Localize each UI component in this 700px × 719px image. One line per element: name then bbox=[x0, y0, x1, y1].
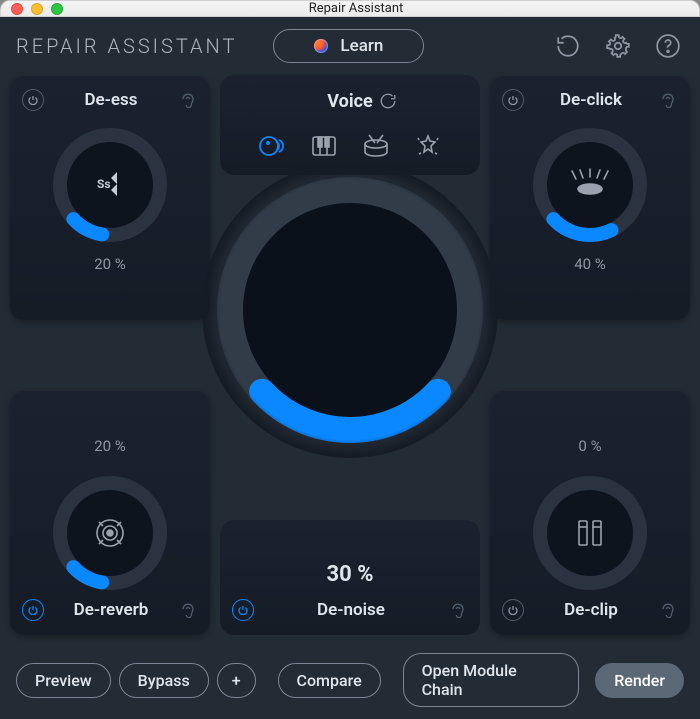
power-button-declip[interactable] bbox=[502, 599, 524, 621]
voice-tab: Voice bbox=[220, 75, 480, 175]
preview-button[interactable]: Preview bbox=[16, 663, 111, 698]
power-button-deess[interactable] bbox=[22, 89, 44, 111]
dial-dereverb[interactable] bbox=[50, 473, 170, 593]
compare-button[interactable]: Compare bbox=[278, 663, 381, 698]
learn-label: Learn bbox=[340, 36, 383, 56]
power-button-dereverb[interactable] bbox=[22, 599, 44, 621]
value-dereverb: 20 % bbox=[94, 437, 126, 455]
module-title: De-reverb bbox=[52, 600, 170, 620]
toolbar: REPAIR ASSISTANT Learn bbox=[0, 17, 700, 75]
footer: Preview Bypass + Compare Open Module Cha… bbox=[0, 641, 700, 719]
listen-icon[interactable] bbox=[658, 90, 678, 110]
listen-icon[interactable] bbox=[178, 600, 198, 620]
dial-deess[interactable]: Ss bbox=[50, 125, 170, 245]
power-button-denoise[interactable] bbox=[232, 599, 254, 621]
dial-declip[interactable] bbox=[530, 473, 650, 593]
module-declick: De-click 40 % bbox=[490, 75, 690, 320]
app-title: REPAIR ASSISTANT bbox=[16, 34, 237, 58]
value-deess: 20 % bbox=[94, 255, 126, 273]
render-button[interactable]: Render bbox=[595, 663, 684, 698]
learn-icon bbox=[314, 39, 328, 53]
module-deess: De-ess Ss 20 % bbox=[10, 75, 210, 320]
source-keys-icon[interactable] bbox=[309, 131, 339, 161]
listen-icon[interactable] bbox=[178, 90, 198, 110]
module-title: De-click bbox=[532, 90, 650, 110]
power-button-declick[interactable] bbox=[502, 89, 524, 111]
refresh-icon[interactable] bbox=[373, 85, 403, 117]
gear-icon[interactable] bbox=[602, 30, 634, 62]
module-dereverb: De-reverb 20 % bbox=[10, 390, 210, 635]
open-module-chain-button[interactable]: Open Module Chain bbox=[403, 653, 580, 707]
module-declip: De-clip 0 % bbox=[490, 390, 690, 635]
module-grid: De-ess Ss 20 % De-click 40 % bbox=[10, 75, 690, 635]
window-titlebar: Repair Assistant bbox=[0, 0, 700, 17]
learn-button[interactable]: Learn bbox=[273, 29, 424, 63]
module-title: De-noise bbox=[262, 600, 440, 620]
history-undo-icon[interactable] bbox=[552, 30, 584, 62]
dial-main[interactable] bbox=[210, 170, 490, 450]
dial-declick[interactable] bbox=[530, 125, 650, 245]
voice-title: Voice bbox=[327, 91, 372, 112]
svg-text:Ss: Ss bbox=[97, 177, 111, 191]
value-denoise: 30 % bbox=[327, 562, 374, 587]
source-voice-icon[interactable] bbox=[257, 131, 287, 161]
module-title: De-ess bbox=[52, 90, 170, 110]
app-frame: REPAIR ASSISTANT Learn De-ess bbox=[0, 17, 700, 719]
bypass-button[interactable]: Bypass bbox=[119, 663, 209, 698]
help-icon[interactable] bbox=[652, 30, 684, 62]
source-other-icon[interactable] bbox=[413, 131, 443, 161]
listen-icon[interactable] bbox=[448, 600, 468, 620]
window-title: Repair Assistant bbox=[23, 1, 689, 16]
value-declick: 40 % bbox=[574, 255, 606, 273]
listen-icon[interactable] bbox=[658, 600, 678, 620]
add-button[interactable]: + bbox=[217, 663, 256, 698]
value-declip: 0 % bbox=[578, 437, 601, 455]
module-denoise: De-noise 30 % bbox=[220, 520, 480, 635]
module-title: De-clip bbox=[532, 600, 650, 620]
source-drums-icon[interactable] bbox=[361, 131, 391, 161]
window-close-button[interactable] bbox=[11, 3, 23, 15]
